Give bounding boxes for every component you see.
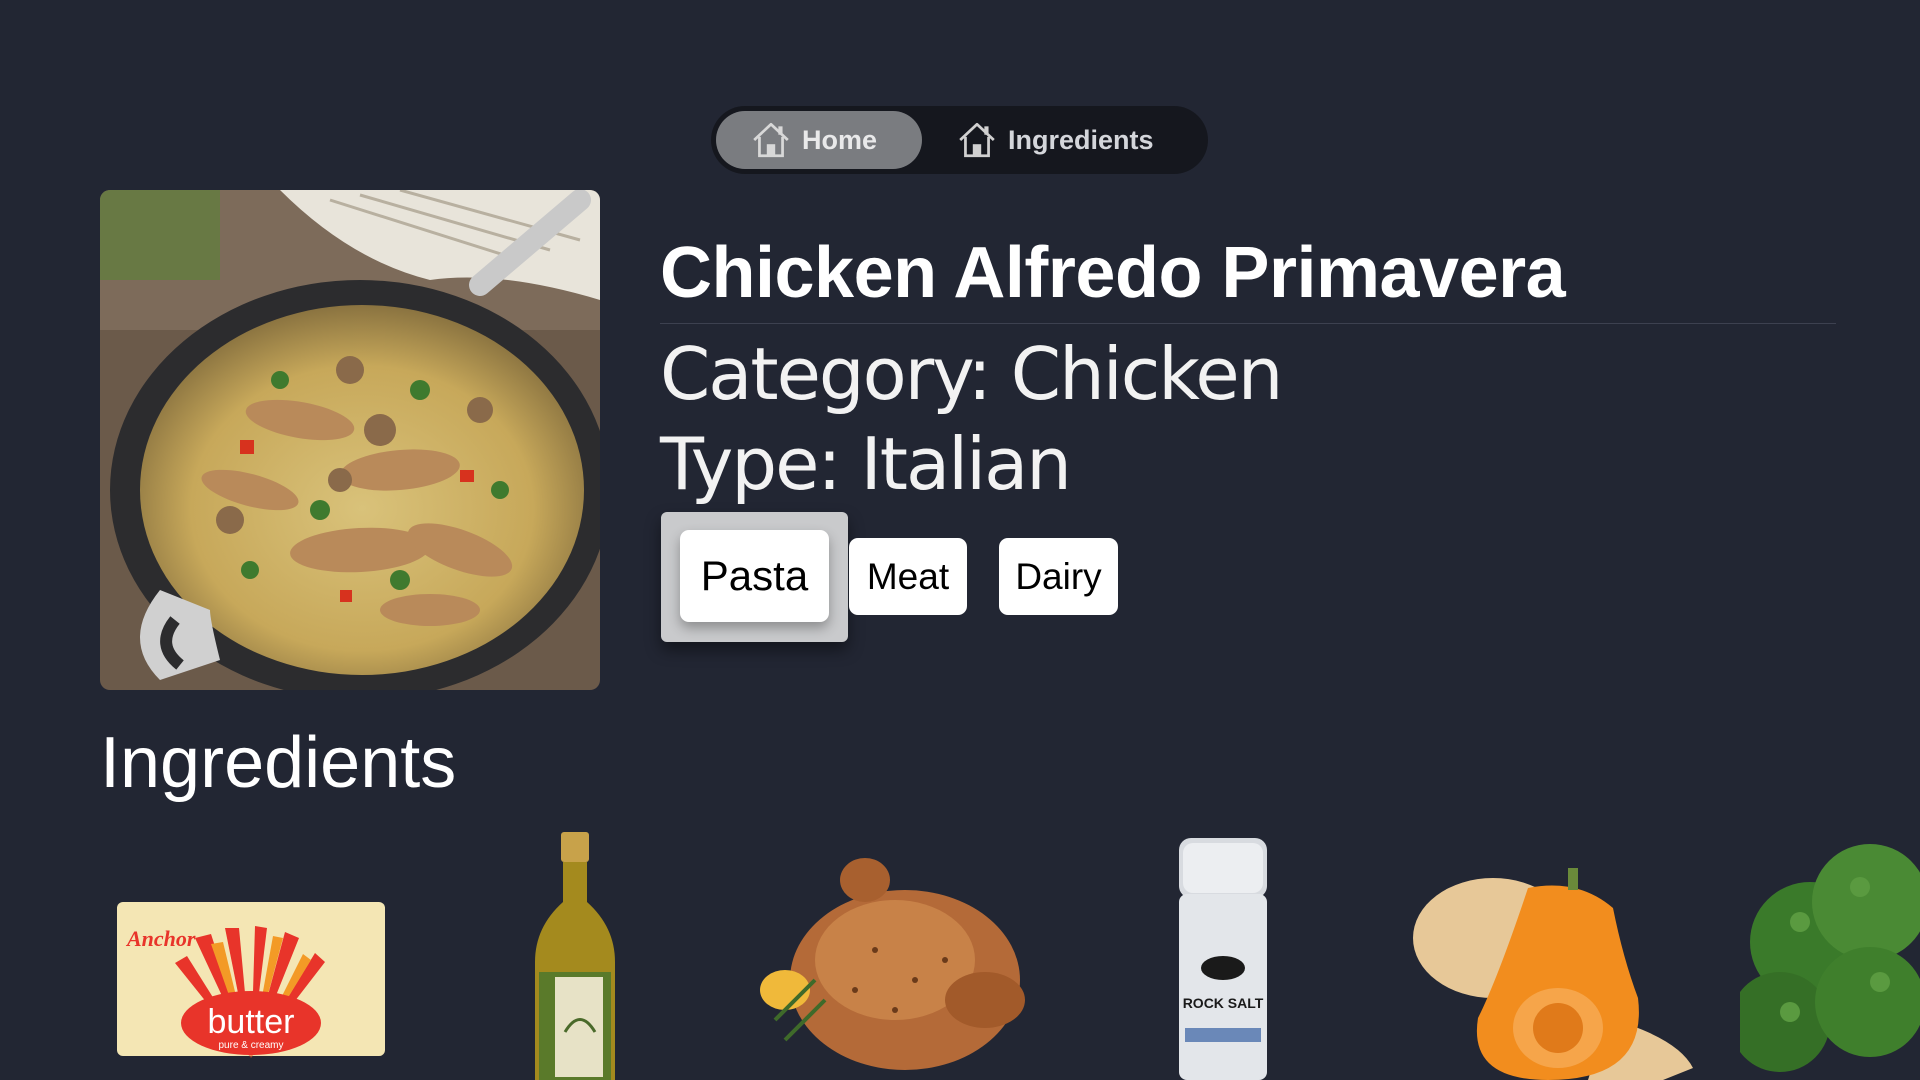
ingredient-squash[interactable] bbox=[1408, 868, 1703, 1080]
tab-home-label: Home bbox=[802, 124, 878, 155]
title-divider bbox=[660, 323, 1836, 324]
ingredient-olive-oil[interactable] bbox=[525, 832, 625, 1080]
recipe-type: Type: Italian bbox=[660, 422, 1072, 506]
butter-pack-brand: Anchor bbox=[125, 926, 196, 951]
butter-pack-subtext: pure & creamy bbox=[218, 1040, 283, 1051]
home-icon bbox=[753, 122, 789, 158]
salt-pack-label: ROCK SALT bbox=[1183, 995, 1264, 1011]
tab-ingredients-label: Ingredients bbox=[1008, 124, 1154, 155]
recipe-photo bbox=[100, 190, 600, 690]
tag-pasta-button[interactable]: Pasta bbox=[680, 530, 829, 622]
tag-dairy-button[interactable]: Dairy bbox=[999, 538, 1118, 615]
ingredient-chicken[interactable] bbox=[755, 850, 1045, 1080]
tab-ingredients[interactable]: Ingredients bbox=[934, 111, 1188, 169]
recipe-title: Chicken Alfredo Primavera bbox=[660, 233, 1566, 313]
ingredient-salt[interactable]: ROCK SALT bbox=[1173, 838, 1273, 1080]
tag-meat-button[interactable]: Meat bbox=[849, 538, 967, 615]
tab-home[interactable]: Home bbox=[716, 111, 922, 169]
ingredient-broccoli[interactable] bbox=[1740, 832, 1920, 1080]
recipe-category: Category: Chicken bbox=[660, 332, 1283, 416]
home-icon bbox=[959, 122, 995, 158]
ingredient-butter[interactable]: butter Anchor pure & creamy bbox=[115, 898, 387, 1060]
top-nav: Home Ingredients bbox=[711, 106, 1208, 174]
butter-pack-label: butter bbox=[208, 1003, 295, 1041]
ingredients-row: butter Anchor pure & creamy ROCK SALT bbox=[0, 820, 1920, 1080]
ingredients-heading: Ingredients bbox=[100, 723, 457, 803]
